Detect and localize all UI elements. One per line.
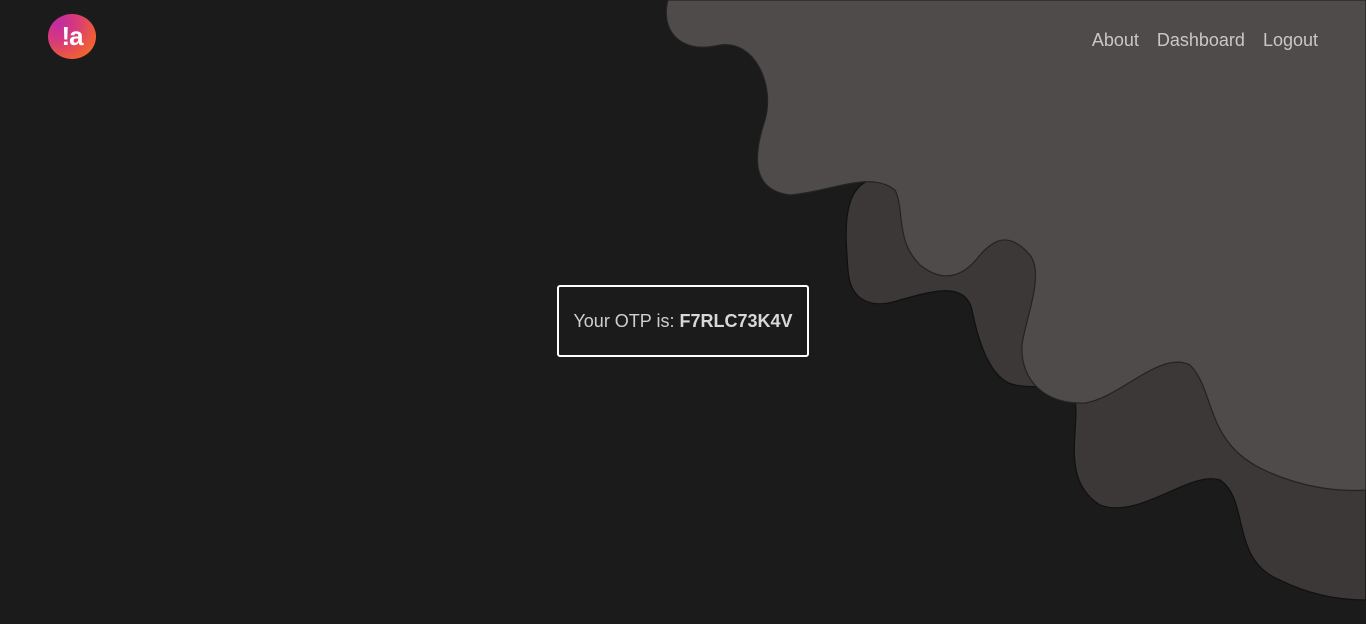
logo-text: !a: [61, 20, 83, 51]
top-nav: About Dashboard Logout: [1092, 29, 1318, 51]
otp-code: F7RLC73K4V: [679, 310, 793, 331]
nav-link-about[interactable]: About: [1092, 29, 1139, 51]
otp-message: Your OTP is: F7RLC73K4V: [573, 311, 792, 332]
page: !a About Dashboard Logout Your OTP is: F…: [0, 0, 1366, 624]
otp-box: Your OTP is: F7RLC73K4V: [557, 285, 809, 357]
nav-link-logout[interactable]: Logout: [1263, 29, 1318, 51]
nav-link-dashboard[interactable]: Dashboard: [1157, 29, 1245, 51]
brand-logo[interactable]: !a: [48, 14, 96, 59]
otp-label: Your OTP is:: [573, 310, 680, 331]
